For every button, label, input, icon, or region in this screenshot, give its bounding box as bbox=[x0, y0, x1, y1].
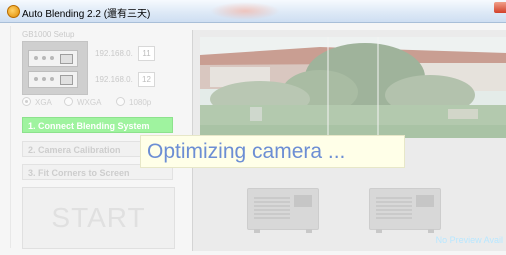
radio-wxga[interactable]: WXGA bbox=[64, 97, 101, 107]
ip-input-1[interactable]: 11 bbox=[138, 46, 155, 61]
close-button[interactable] bbox=[494, 2, 506, 13]
camera-preview-image bbox=[200, 37, 506, 138]
preview-status-text: No Preview Avail bbox=[435, 235, 503, 245]
status-overlay: Optimizing camera ... bbox=[140, 135, 405, 168]
ip-input-2[interactable]: 12 bbox=[138, 72, 155, 87]
network-device-icon bbox=[28, 71, 78, 88]
start-button[interactable]: START bbox=[22, 187, 175, 249]
radio-1080p[interactable]: 1080p bbox=[116, 97, 151, 107]
ip-prefix-1: 192.168.0. bbox=[95, 49, 133, 58]
radio-empty-icon bbox=[116, 97, 125, 106]
radio-1080p-label: 1080p bbox=[129, 98, 152, 107]
setup-group-label: GB1000 Setup bbox=[22, 30, 75, 39]
network-device-icon bbox=[28, 50, 78, 67]
connect-blending-system-button[interactable]: 1. Connect Blending System bbox=[22, 117, 173, 133]
radio-selected-icon bbox=[22, 97, 31, 106]
frame-divider bbox=[10, 26, 11, 248]
radio-empty-icon bbox=[64, 97, 73, 106]
app-icon bbox=[7, 5, 20, 18]
title-bar: Auto Blending 2.2 (還有三天) bbox=[0, 0, 506, 23]
radio-xga-label: XGA bbox=[35, 98, 52, 107]
projector-icon bbox=[369, 188, 441, 233]
window-title: Auto Blending 2.2 (還有三天) bbox=[22, 9, 151, 20]
title-highlight bbox=[210, 2, 280, 20]
radio-xga[interactable]: XGA bbox=[22, 97, 52, 107]
ip-prefix-2: 192.168.0. bbox=[95, 75, 133, 84]
device-image bbox=[22, 41, 88, 95]
projector-icon bbox=[247, 188, 319, 233]
radio-wxga-label: WXGA bbox=[77, 98, 102, 107]
